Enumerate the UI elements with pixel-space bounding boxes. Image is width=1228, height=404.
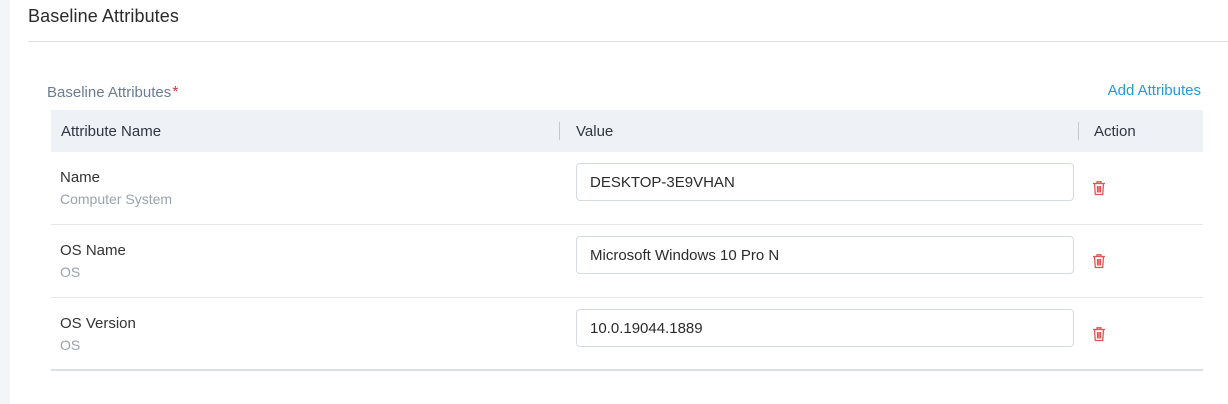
table-header: Attribute Name Value Action: [51, 110, 1203, 152]
trash-icon: [1093, 254, 1105, 269]
table-row: Name Computer System: [51, 152, 1203, 225]
attribute-category: Computer System: [60, 191, 173, 207]
section-divider: [28, 41, 1228, 42]
baseline-attributes-panel: Baseline Attributes Baseline Attributes*…: [10, 0, 1228, 404]
attribute-category: OS: [60, 337, 81, 353]
section-title: Baseline Attributes: [28, 6, 179, 26]
trash-icon: [1093, 327, 1105, 342]
trash-icon: [1093, 181, 1105, 196]
required-marker: *: [172, 84, 179, 101]
attribute-value-input[interactable]: [576, 309, 1074, 347]
attribute-name: OS Name: [60, 242, 126, 259]
attributes-table: Attribute Name Value Action Name Compute…: [51, 110, 1203, 371]
add-attributes-link[interactable]: Add Attributes: [1108, 82, 1201, 99]
field-label: Baseline Attributes*: [47, 84, 178, 102]
column-header-action: Action: [1094, 122, 1136, 140]
delete-attribute-button[interactable]: [1091, 252, 1107, 270]
attribute-value-input[interactable]: [576, 236, 1074, 274]
table-row: OS Name OS: [51, 225, 1203, 298]
attribute-name: OS Version: [60, 315, 136, 332]
table-row: OS Version OS: [51, 298, 1203, 371]
delete-attribute-button[interactable]: [1091, 325, 1107, 343]
column-header-attribute-name: Attribute Name: [61, 122, 162, 140]
attribute-name: Name: [60, 169, 101, 186]
delete-attribute-button[interactable]: [1091, 179, 1107, 197]
column-divider[interactable]: [559, 122, 560, 140]
column-header-value: Value: [576, 122, 614, 140]
field-label-text: Baseline Attributes: [47, 84, 172, 101]
attribute-category: OS: [60, 264, 81, 280]
column-divider[interactable]: [1078, 122, 1079, 140]
attribute-value-input[interactable]: [576, 163, 1074, 201]
